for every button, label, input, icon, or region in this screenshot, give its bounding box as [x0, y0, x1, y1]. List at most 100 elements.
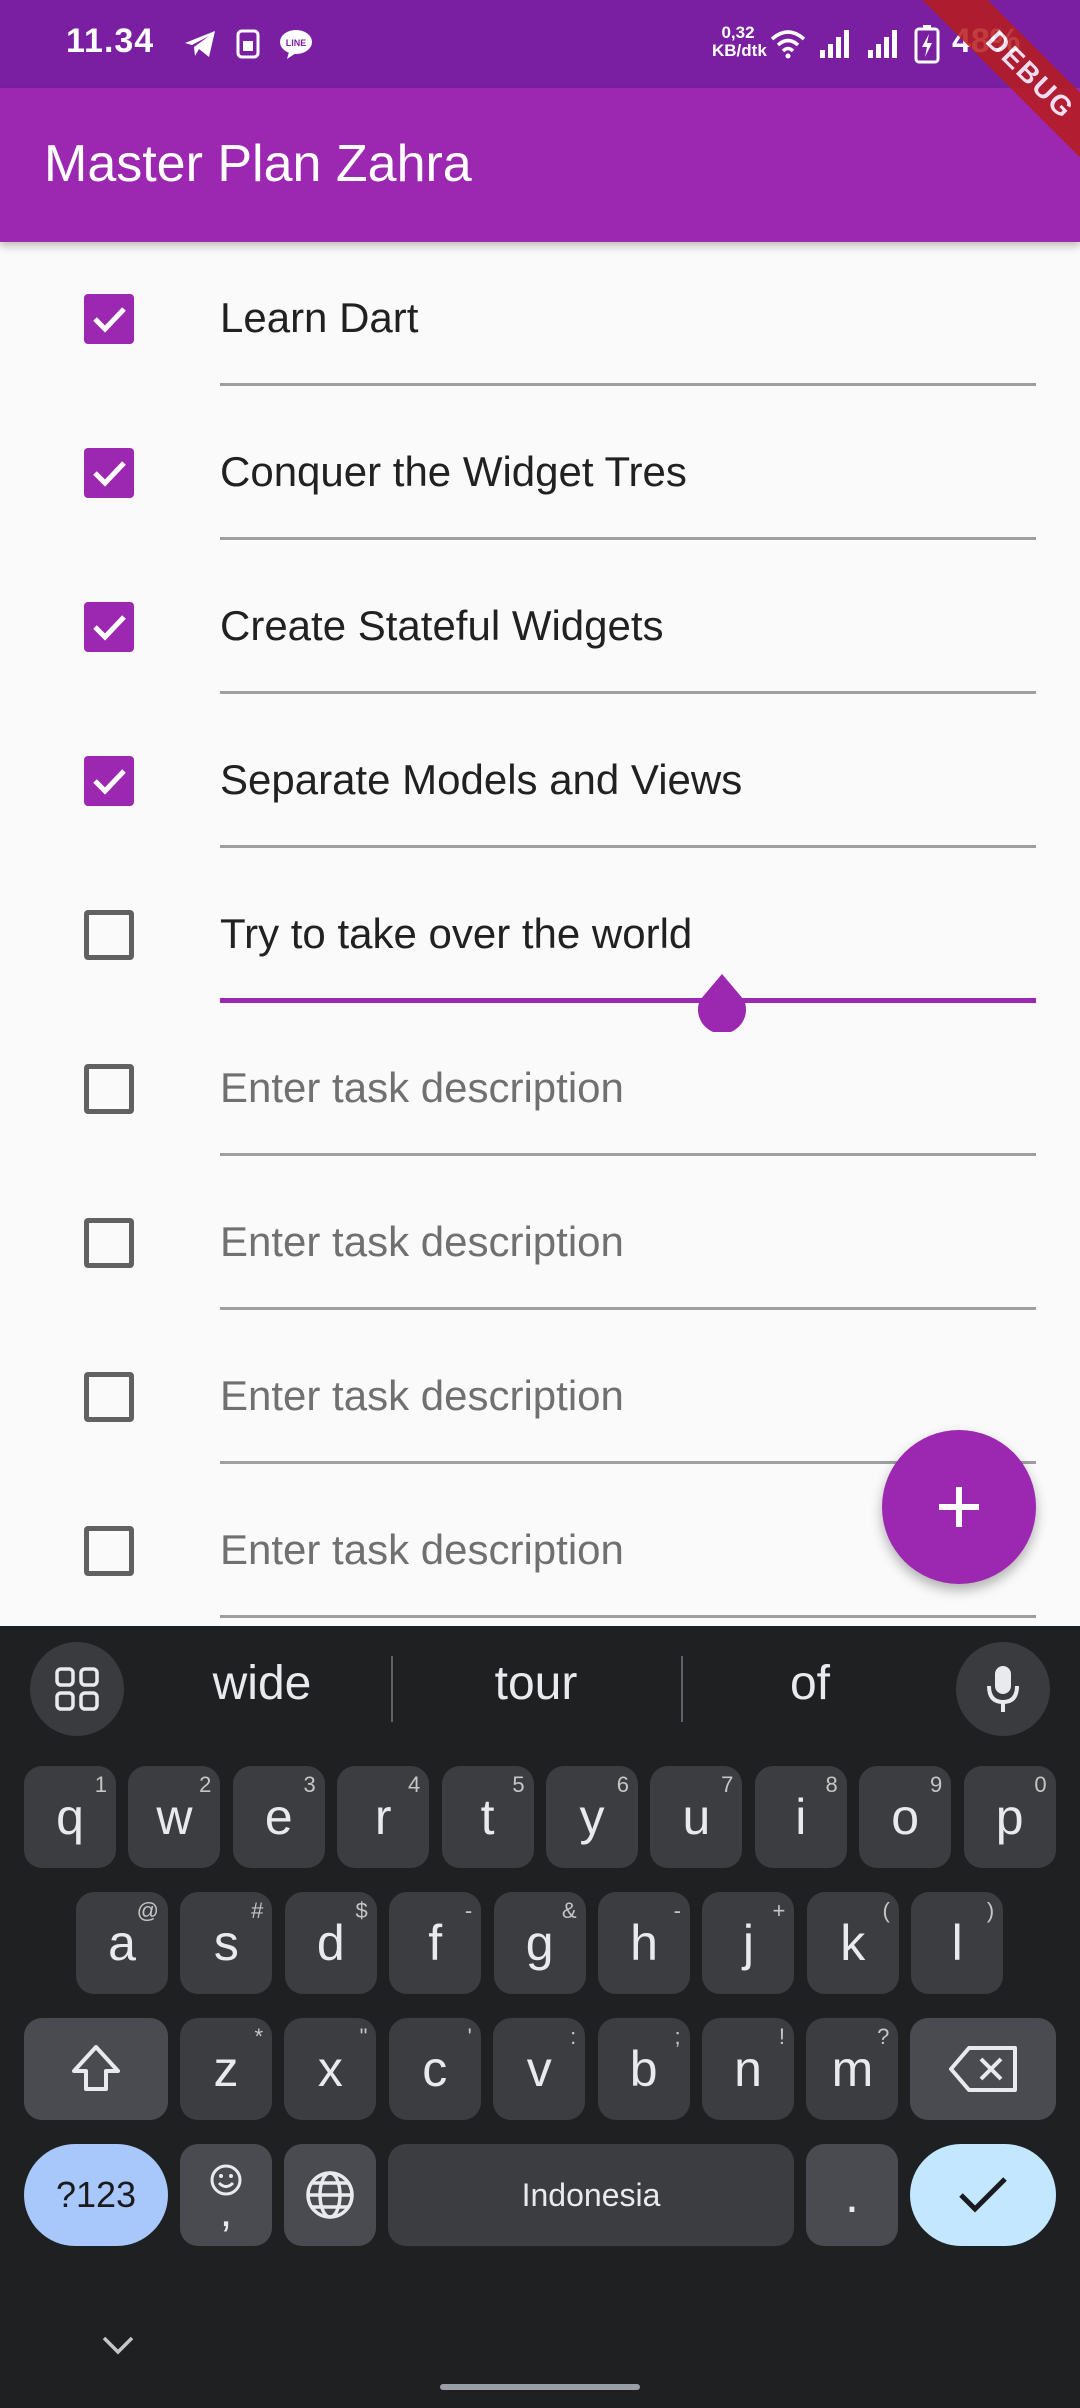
task-row: Enter task description	[0, 1012, 1080, 1166]
key-letter[interactable]: l)	[911, 1892, 1004, 1994]
key-hint: )	[986, 1898, 995, 1923]
key-letter[interactable]: o9	[859, 1766, 952, 1868]
key-hint: "	[359, 2024, 368, 2049]
globe-icon	[306, 2171, 354, 2219]
task-input[interactable]: Learn Dart	[220, 294, 418, 342]
task-checkbox[interactable]	[84, 756, 134, 806]
key-hint: 3	[303, 1772, 316, 1797]
task-input[interactable]: Create Stateful Widgets	[220, 602, 664, 650]
task-input[interactable]: Conquer the Widget Tres	[220, 448, 687, 496]
key-hint: ;	[674, 2024, 681, 2049]
add-task-button[interactable]	[882, 1430, 1036, 1584]
key-letter[interactable]: u7	[650, 1766, 743, 1868]
key-letter[interactable]: a @	[76, 1892, 168, 1994]
voice-input-button[interactable]	[956, 1642, 1050, 1736]
battery-charging-icon	[914, 22, 940, 66]
suggestion-bar: wide tour of	[0, 1626, 1080, 1748]
key-letter[interactable]: y6	[546, 1766, 638, 1868]
symbols-key[interactable]: ?123	[24, 2144, 168, 2246]
key-letter[interactable]: s #	[180, 1892, 273, 1994]
task-input[interactable]: Try to take over the world	[220, 910, 692, 958]
comma-label: ,	[219, 2187, 233, 2236]
key-hint: 7	[721, 1772, 734, 1797]
period-key[interactable]: .	[806, 2144, 898, 2246]
key-hint: :	[570, 2024, 577, 2049]
key-hint: 2	[199, 1772, 212, 1797]
key-letter[interactable]: w2	[128, 1766, 221, 1868]
key-letter[interactable]: n!	[702, 2018, 794, 2120]
key-hint: +	[772, 1898, 786, 1923]
key-label: y	[579, 1789, 605, 1845]
gesture-home-bar[interactable]	[440, 2384, 640, 2390]
task-checkbox[interactable]	[84, 294, 134, 344]
suggestion-2[interactable]: tour	[416, 1656, 656, 1711]
check-icon	[93, 769, 126, 795]
task-input-empty[interactable]: Enter task description	[220, 1064, 624, 1112]
grid-icon	[55, 1667, 99, 1711]
space-key[interactable]: Indonesia	[388, 2144, 794, 2246]
task-input-underline	[220, 1307, 1036, 1310]
key-letter[interactable]: v:	[493, 2018, 586, 2120]
backspace-key[interactable]	[910, 2018, 1056, 2120]
check-icon	[959, 2177, 1007, 2213]
task-checkbox[interactable]	[84, 1526, 134, 1576]
key-label: ?123	[55, 2174, 137, 2215]
key-letter[interactable]: t5	[441, 1766, 534, 1868]
task-row: Enter task description	[0, 1166, 1080, 1320]
key-letter[interactable]: h-	[598, 1892, 690, 1994]
task-checkbox[interactable]	[84, 1064, 134, 1114]
key-letter[interactable]: g &	[493, 1892, 586, 1994]
network-speed-unit: KB/dtk	[712, 41, 767, 60]
screen: 11.34 LINE 0,32 KB/dtk 48% DEBUG Master	[0, 0, 1080, 2408]
key-letter[interactable]: x "	[284, 2018, 377, 2120]
key-letter[interactable]: e3	[232, 1766, 325, 1868]
app-bar-title: Master Plan Zahra	[44, 135, 472, 193]
key-hint: #	[251, 1898, 264, 1923]
key-letter[interactable]: q1	[24, 1766, 116, 1868]
key-letter[interactable]: j +	[702, 1892, 795, 1994]
task-checkbox[interactable]	[84, 1218, 134, 1268]
key-label: p	[995, 1789, 1024, 1845]
key-hint: -	[673, 1898, 681, 1923]
task-checkbox[interactable]	[84, 1372, 134, 1422]
task-row: Separate Models and Views	[0, 704, 1080, 858]
key-letter[interactable]: b;	[597, 2018, 690, 2120]
task-checkbox[interactable]	[84, 448, 134, 498]
task-input-empty[interactable]: Enter task description	[220, 1218, 624, 1266]
sim-icon	[228, 24, 268, 64]
key-letter[interactable]: d $	[284, 1892, 377, 1994]
emoji-comma-key[interactable]: ,	[180, 2144, 272, 2246]
keyboard-apps-button[interactable]	[30, 1642, 124, 1736]
enter-key[interactable]	[910, 2144, 1056, 2246]
line-icon: LINE	[276, 24, 316, 64]
key-letter[interactable]: k(	[806, 1892, 899, 1994]
task-input-empty[interactable]: Enter task description	[220, 1372, 624, 1420]
shift-icon	[72, 2045, 120, 2091]
shift-key[interactable]	[24, 2018, 168, 2120]
key-letter[interactable]: i8	[754, 1766, 847, 1868]
key-label: n	[734, 2041, 762, 2097]
task-checkbox[interactable]	[84, 602, 134, 652]
key-letter[interactable]: r4	[337, 1766, 430, 1868]
task-checkbox[interactable]	[84, 910, 134, 960]
key-letter[interactable]: z *	[180, 2018, 272, 2120]
key-label: g	[525, 1915, 554, 1971]
network-speed: 0,32 KB/dtk	[712, 24, 767, 60]
key-letter[interactable]: m?	[806, 2018, 899, 2120]
key-letter[interactable]: p0	[963, 1766, 1056, 1868]
task-input[interactable]: Separate Models and Views	[220, 756, 742, 804]
suggestion-3[interactable]: of	[690, 1656, 930, 1711]
task-input-empty[interactable]: Enter task description	[220, 1526, 624, 1574]
suggestion-1[interactable]: wide	[142, 1656, 382, 1711]
key-letter[interactable]: f-	[389, 1892, 482, 1994]
language-key[interactable]	[284, 2144, 376, 2246]
task-input-underline	[220, 383, 1036, 386]
task-row: Create Stateful Widgets	[0, 550, 1080, 704]
key-letter[interactable]: c '	[388, 2018, 481, 2120]
key-hint: 6	[616, 1772, 629, 1797]
key-hint: *	[254, 2024, 263, 2049]
key-label: .	[845, 2167, 859, 2223]
key-label: e	[264, 1789, 293, 1845]
key-label: v	[526, 2041, 552, 2097]
hide-keyboard-chevron-icon[interactable]	[96, 2330, 140, 2360]
